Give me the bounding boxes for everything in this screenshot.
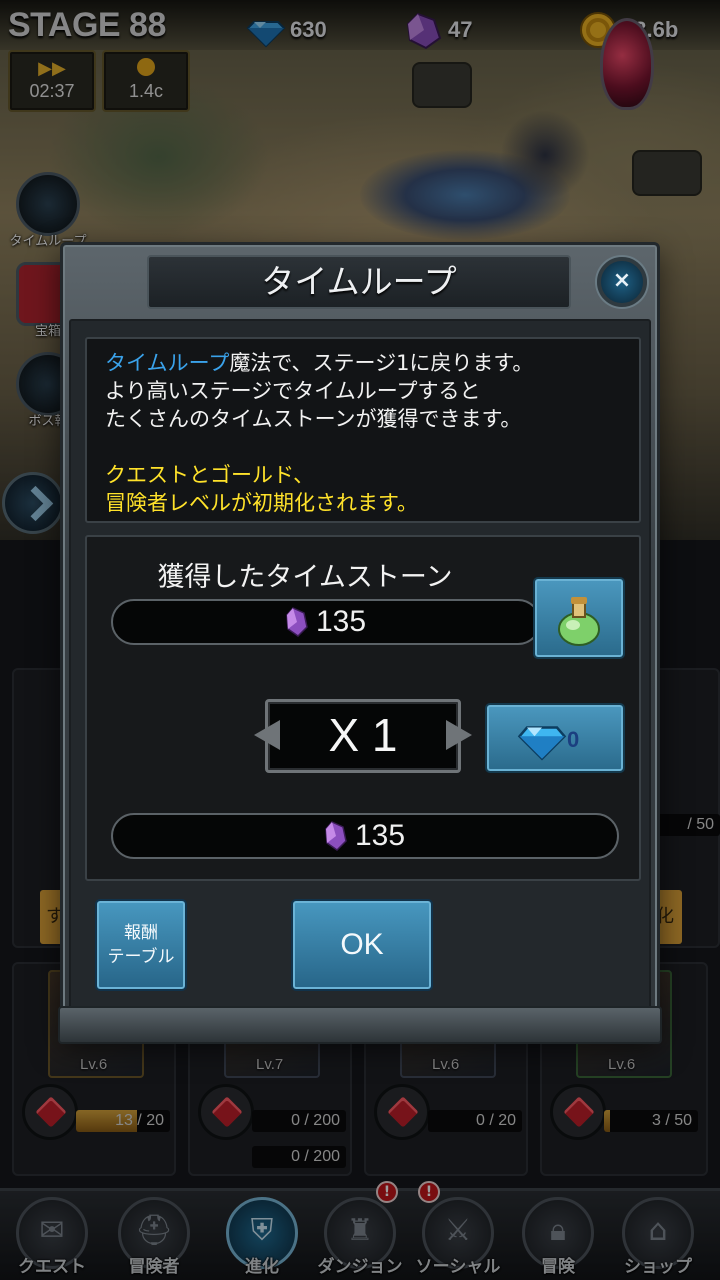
- purple-crystal-icon: [325, 821, 347, 851]
- description-line: たくさんのタイムストーンが獲得できます。: [105, 407, 522, 431]
- warning-line: 冒険者レベルが初期化されます。: [105, 491, 418, 515]
- dialog-title: タイムループ: [147, 255, 571, 309]
- purple-crystal-icon: [286, 607, 308, 637]
- close-icon: ×: [612, 268, 632, 293]
- timestone-panel: 獲得したタイムストーン 135 X 1 0 135: [85, 535, 641, 881]
- gem-multiply-button[interactable]: 0: [485, 703, 625, 773]
- total-timestone-display: 135: [111, 813, 619, 859]
- description-box: タイムループ魔法で、ステージ1に戻ります。 より高いステージでタイムループすると…: [85, 337, 641, 523]
- potion-flask-icon: [558, 597, 600, 646]
- dialog-frame-bottom: [58, 1006, 662, 1044]
- warning-line: クエストとゴールド、: [105, 463, 315, 487]
- earned-timestone-display: 135: [111, 599, 541, 645]
- earned-header: 獲得したタイムストーン: [157, 562, 453, 593]
- multiplier-display: X 1: [265, 699, 461, 773]
- total-value: 135: [354, 819, 406, 852]
- reward-table-label: テーブル: [107, 947, 175, 967]
- timeloop-dialog: タイムループ × タイムループ魔法で、ステージ1に戻ります。 より高いステージで…: [60, 242, 660, 1038]
- diamond-icon: [517, 726, 567, 761]
- description-line: より高いステージでタイムループすると: [105, 379, 481, 403]
- earned-value: 135: [315, 605, 367, 638]
- ok-button[interactable]: OK: [291, 899, 433, 991]
- potion-boost-button[interactable]: [533, 577, 625, 659]
- description-highlight: タイムループ: [105, 351, 230, 375]
- description-line: 魔法で、ステージ1に戻ります。: [229, 351, 534, 375]
- dialog-body: タイムループ魔法で、ステージ1に戻ります。 より高いステージでタイムループすると…: [69, 319, 651, 1019]
- gem-cost: 0: [567, 727, 580, 752]
- reward-table-label: 報酬: [124, 923, 158, 943]
- reward-table-button[interactable]: 報酬 テーブル: [95, 899, 187, 991]
- close-button[interactable]: ×: [597, 257, 647, 307]
